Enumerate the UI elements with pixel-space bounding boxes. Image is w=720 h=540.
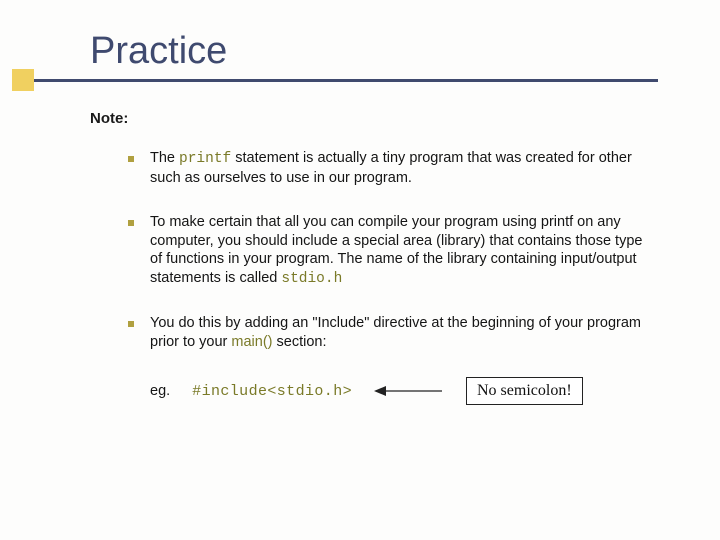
code-term: stdio.h: [281, 271, 342, 287]
list-item: To make certain that all you can compile…: [128, 213, 650, 288]
example-label: eg.: [150, 383, 170, 399]
bullet-text: The printf statement is actually a tiny …: [150, 149, 650, 187]
text-segment: section:: [273, 334, 327, 350]
example-code: #include<stdio.h>: [192, 383, 352, 400]
title-underline: [18, 79, 658, 82]
arrow-icon: [374, 380, 444, 402]
text-segment: The: [150, 150, 179, 166]
code-term: printf: [179, 151, 231, 167]
slide-title: Practice: [90, 30, 670, 73]
list-item: You do this by adding an "Include" direc…: [128, 314, 650, 351]
code-term: main(): [231, 334, 272, 350]
bullet-text: To make certain that all you can compile…: [150, 213, 650, 288]
callout-box: No semicolon!: [466, 377, 583, 405]
bullet-icon: [128, 321, 134, 327]
bullet-icon: [128, 220, 134, 226]
text-segment: You do this by adding an "Include" direc…: [150, 315, 641, 350]
list-item: The printf statement is actually a tiny …: [128, 149, 650, 187]
note-heading: Note:: [90, 110, 670, 127]
bullet-list: The printf statement is actually a tiny …: [128, 149, 650, 351]
title-area: Practice: [50, 30, 670, 82]
example-row: eg. #include<stdio.h> No semicolon!: [150, 377, 670, 405]
bullet-text: You do this by adding an "Include" direc…: [150, 314, 650, 351]
accent-square: [12, 69, 34, 91]
text-segment: To make certain that all you can compile…: [150, 214, 642, 286]
slide: Practice Note: The printf statement is a…: [0, 0, 720, 425]
bullet-icon: [128, 156, 134, 162]
